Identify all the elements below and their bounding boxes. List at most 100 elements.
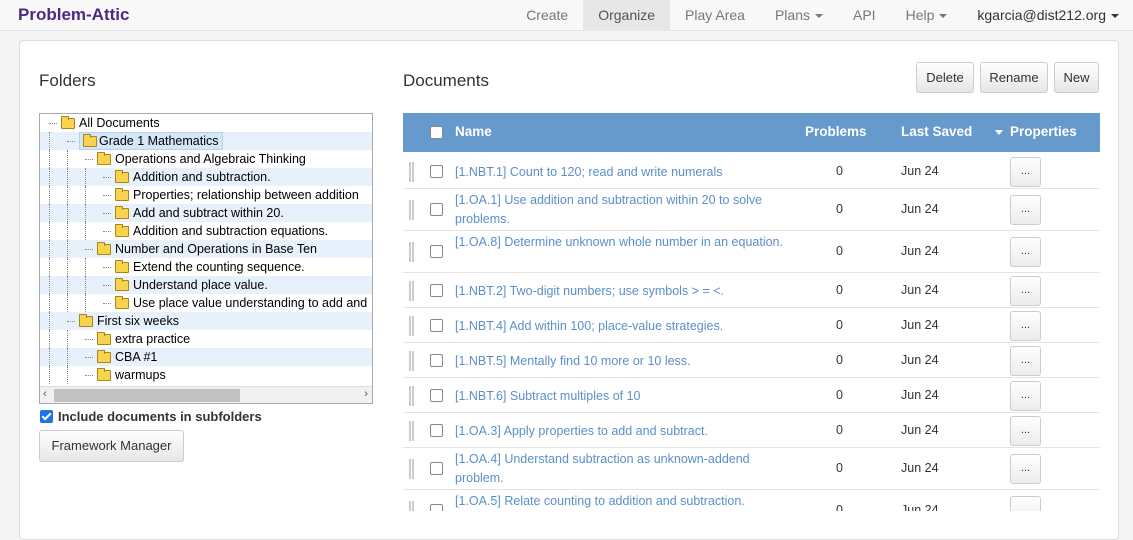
document-row[interactable]: [1.NBT.4] Add within 100; place-value st… (403, 308, 1100, 343)
document-row[interactable]: [1.NBT.6] Subtract multiples of 10 0 Jun 2… (403, 378, 1100, 413)
nav-help[interactable]: Help (891, 0, 963, 31)
folder-tree-item[interactable]: Use place value understanding to add and (40, 294, 372, 312)
document-checkbox[interactable] (430, 245, 443, 258)
document-properties-button[interactable]: ... (1010, 496, 1041, 511)
nav-play-area[interactable]: Play Area (670, 0, 760, 31)
document-properties-button[interactable]: ... (1010, 195, 1041, 225)
folder-tree-item[interactable]: Addition and subtraction. (40, 168, 372, 186)
column-last-saved[interactable]: Last Saved (901, 124, 972, 139)
document-name-link[interactable]: [1.OA.1] Use addition and subtraction wi… (455, 191, 785, 229)
horizontal-scrollbar[interactable]: ‹ › (40, 386, 372, 403)
drag-handle-icon[interactable] (409, 161, 414, 182)
nav-plans[interactable]: Plans (760, 0, 838, 31)
folder-tree-item[interactable]: extra practice (40, 330, 372, 348)
folder-tree-item[interactable]: warmups (40, 366, 372, 384)
document-name-link[interactable]: [1.NBT.6] Subtract multiples of 10 (455, 387, 785, 406)
document-name-link[interactable]: [1.OA.3] Apply properties to add and sub… (455, 422, 785, 441)
document-checkbox[interactable] (430, 423, 443, 437)
folder-label: Add and subtract within 20. (133, 206, 284, 220)
drag-handle-icon[interactable] (409, 385, 414, 406)
folder-tree-item[interactable]: Understand place value. (40, 276, 372, 294)
folder-tree-rows: All Documents Grade 1 Mathematics Operatio… (40, 114, 372, 384)
document-properties-button[interactable]: ... (1010, 237, 1041, 267)
folder-tree-item[interactable]: All Documents (40, 114, 372, 132)
document-row[interactable]: [1.OA.4] Understand subtraction as unkno… (403, 448, 1100, 490)
column-problems[interactable]: Problems (805, 124, 867, 139)
new-button[interactable]: New (1054, 62, 1099, 93)
rename-button[interactable]: Rename (980, 62, 1048, 93)
column-name[interactable]: Name (455, 124, 492, 139)
folder-tree-item[interactable]: Grade 1 Mathematics (40, 132, 372, 150)
nav-api[interactable]: API (838, 0, 891, 31)
drag-handle-icon[interactable] (409, 420, 414, 441)
drag-handle-icon[interactable] (409, 459, 414, 479)
folder-tree-item[interactable]: First six weeks (40, 312, 372, 330)
document-row[interactable]: [1.OA.5] Relate counting to addition and… (403, 490, 1100, 511)
document-checkbox[interactable] (430, 504, 443, 511)
drag-handle-icon[interactable] (409, 200, 414, 220)
folder-tree-item[interactable]: Add and subtract within 20. (40, 204, 372, 222)
include-subfolders-checkbox[interactable] (40, 409, 53, 423)
nav-create[interactable]: Create (511, 0, 583, 31)
folder-tree-item[interactable]: Operations and Algebraic Thinking (40, 150, 372, 168)
document-row[interactable]: [1.NBT.2] Two-digit numbers; use symbols… (403, 273, 1100, 308)
folder-label: Operations and Algebraic Thinking (115, 152, 306, 166)
scroll-right-icon[interactable]: › (364, 388, 368, 400)
document-name-link[interactable]: [1.NBT.2] Two-digit numbers; use symbols… (455, 282, 785, 301)
drag-handle-icon[interactable] (409, 350, 414, 371)
document-name-link[interactable]: [1.NBT.5] Mentally find 10 more or 10 le… (455, 352, 785, 371)
document-name-link[interactable]: [1.NBT.1] Count to 120; read and write n… (455, 163, 785, 182)
document-properties-button[interactable]: ... (1010, 310, 1041, 341)
document-row[interactable]: [1.OA.8] Determine unknown whole number … (403, 231, 1100, 273)
folder-tree[interactable]: All Documents Grade 1 Mathematics Operatio… (39, 113, 373, 404)
document-name-link[interactable]: [1.OA.4] Understand subtraction as unkno… (455, 450, 785, 488)
document-properties-button[interactable]: ... (1010, 415, 1041, 446)
framework-manager-button[interactable]: Framework Manager (39, 430, 184, 462)
document-row[interactable]: [1.NBT.5] Mentally find 10 more or 10 le… (403, 343, 1100, 378)
document-checkbox[interactable] (430, 164, 443, 178)
folder-label: CBA #1 (115, 350, 158, 364)
document-properties-button[interactable]: ... (1010, 156, 1041, 187)
folder-icon (115, 296, 129, 309)
document-checkbox[interactable] (430, 353, 443, 367)
nav-user-menu[interactable]: kgarcia@dist212.org (962, 0, 1133, 31)
document-name-link[interactable]: [1.OA.8] Determine unknown whole number … (455, 233, 785, 252)
document-last-saved: Jun 24 (901, 317, 939, 332)
drag-handle-icon[interactable] (409, 242, 414, 262)
include-subfolders-option[interactable]: Include documents in subfolders (40, 408, 262, 424)
document-row[interactable]: [1.OA.1] Use addition and subtraction wi… (403, 189, 1100, 231)
select-all-checkbox[interactable] (430, 126, 443, 139)
folder-tree-item[interactable]: Addition and subtraction equations. (40, 222, 372, 240)
document-name-link[interactable]: [1.NBT.4] Add within 100; place-value st… (455, 317, 785, 336)
document-properties-button[interactable]: ... (1010, 454, 1041, 484)
nav-organize[interactable]: Organize (583, 0, 671, 31)
brand-logo[interactable]: Problem-Attic (18, 5, 129, 25)
folder-tree-item[interactable]: Properties; relationship between additio… (40, 186, 372, 204)
document-checkbox[interactable] (430, 318, 443, 332)
document-checkbox[interactable] (430, 388, 443, 402)
tree-connector (49, 312, 50, 330)
document-last-saved: Jun 24 (901, 503, 939, 511)
drag-handle-icon[interactable] (409, 315, 414, 336)
document-properties-button[interactable]: ... (1010, 345, 1041, 376)
drag-handle-icon[interactable] (409, 501, 414, 511)
document-properties-button[interactable]: ... (1010, 380, 1041, 411)
document-row[interactable]: [1.NBT.1] Count to 120; read and write n… (403, 154, 1100, 189)
drag-handle-icon[interactable] (409, 280, 414, 301)
folder-tree-item[interactable]: CBA #1 (40, 348, 372, 366)
document-row[interactable]: [1.OA.3] Apply properties to add and sub… (403, 413, 1100, 448)
document-checkbox[interactable] (430, 203, 443, 216)
column-properties[interactable]: Properties (995, 124, 1077, 139)
tree-connector (67, 141, 75, 142)
document-checkbox[interactable] (430, 283, 443, 297)
delete-button[interactable]: Delete (916, 62, 974, 93)
folder-tree-item[interactable]: Number and Operations in Base Ten (40, 240, 372, 258)
scrollbar-thumb[interactable] (54, 389, 240, 402)
folder-icon (97, 350, 111, 363)
document-name-link[interactable]: [1.OA.5] Relate counting to addition and… (455, 492, 785, 511)
document-checkbox[interactable] (430, 462, 443, 475)
scroll-left-icon[interactable]: ‹ (43, 388, 47, 400)
folder-tree-item[interactable]: Extend the counting sequence. (40, 258, 372, 276)
tree-connector (49, 276, 50, 294)
document-properties-button[interactable]: ... (1010, 275, 1041, 306)
